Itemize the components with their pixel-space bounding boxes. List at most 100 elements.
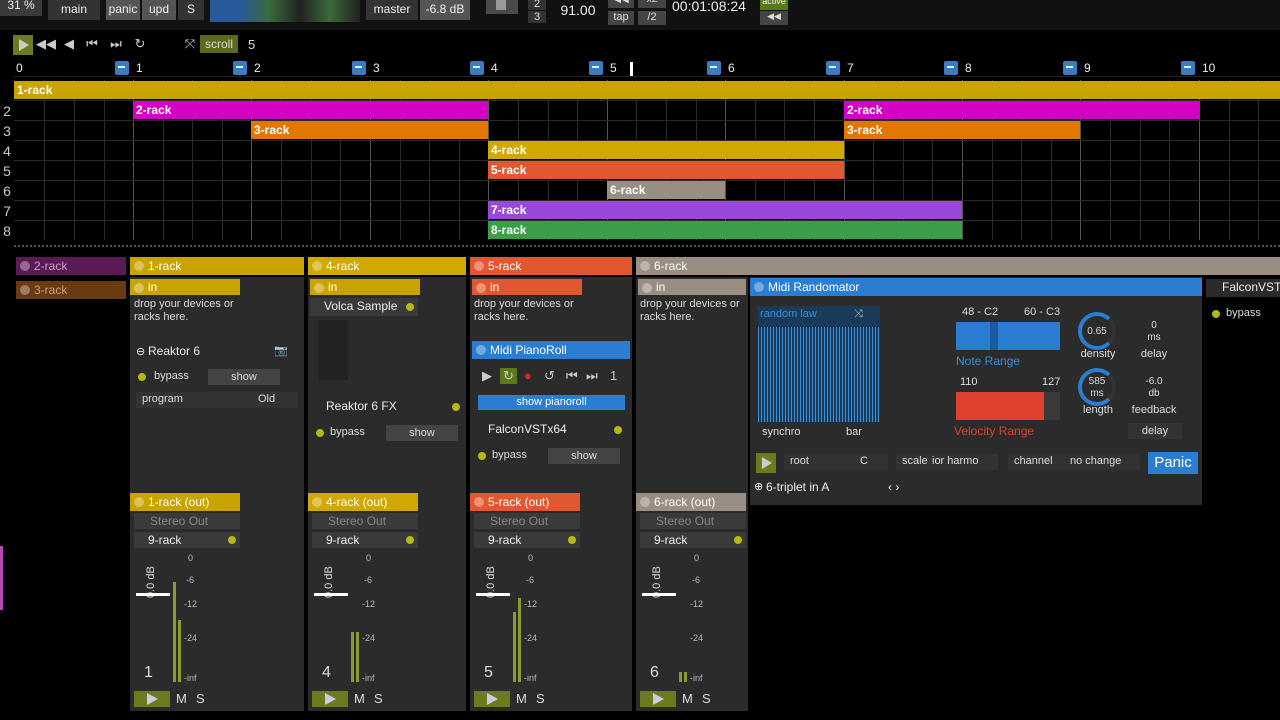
mute-button[interactable]: M [516, 691, 527, 706]
active-led[interactable] [614, 426, 622, 434]
device-pianoroll[interactable]: Midi PianoRoll [472, 341, 630, 359]
bypass-led[interactable] [316, 429, 324, 437]
stereo-out-slot[interactable]: Stereo Out [134, 513, 240, 529]
clip-5-rack[interactable]: 5-rack [488, 161, 844, 179]
clip-3-rack[interactable]: 3-rack [844, 121, 1080, 139]
loop-marker-icon[interactable] [1181, 61, 1195, 75]
stop-button[interactable] [486, 0, 518, 14]
send-9-rack[interactable]: 9-rack [474, 532, 580, 548]
random-law-display[interactable]: random law ⤨ [758, 306, 880, 422]
left-rack-2[interactable]: 2-rack [16, 257, 126, 275]
rack-header-4[interactable]: 4-rack [308, 257, 466, 275]
splitter[interactable] [14, 245, 1280, 249]
tap-button[interactable]: tap [608, 11, 634, 25]
loop-marker-icon[interactable] [115, 61, 129, 75]
randomator-play-button[interactable] [756, 453, 776, 473]
master-button[interactable]: master [366, 0, 418, 20]
rack-6-out-header[interactable]: 6-rack (out) [636, 493, 746, 511]
clip-2-rack[interactable]: 2-rack [844, 101, 1199, 119]
rewind-icon[interactable]: ◀◀ [608, 0, 634, 8]
active-led[interactable] [452, 403, 460, 411]
show-pianoroll-button[interactable]: show pianoroll [478, 395, 625, 410]
loop-marker-icon[interactable] [470, 61, 484, 75]
strip-play-button[interactable] [640, 691, 676, 707]
upd-button[interactable]: upd [142, 0, 176, 20]
bars-count[interactable]: 5 [248, 37, 255, 52]
collapse-icon[interactable]: ⊖ [136, 345, 145, 358]
note-range-slider[interactable] [956, 322, 1060, 350]
mute-button[interactable]: M [176, 691, 187, 706]
strip-play-button[interactable] [474, 691, 510, 707]
loop-marker-icon[interactable] [826, 61, 840, 75]
rack-4-out-header[interactable]: 4-rack (out) [308, 493, 418, 511]
strip-play-button[interactable] [312, 691, 348, 707]
solo-button[interactable]: S [536, 691, 545, 706]
clip-7-rack[interactable]: 7-rack [488, 201, 962, 219]
bypass-led[interactable] [138, 373, 146, 381]
mute-button[interactable]: M [682, 691, 693, 706]
loop-icon[interactable]: ↻ [130, 33, 150, 55]
div2-button[interactable]: /2 [638, 11, 666, 25]
skip-end-icon[interactable]: ⏭ [586, 368, 598, 384]
send-led[interactable] [406, 536, 414, 544]
show-button[interactable]: show [208, 369, 280, 385]
root-param[interactable]: root C [784, 454, 888, 470]
loop-marker-icon[interactable] [589, 61, 603, 75]
rack-header-5[interactable]: 5-rack [470, 257, 632, 275]
step-back-icon[interactable]: ◀ [60, 33, 78, 55]
x2-button[interactable]: x2 [638, 0, 666, 8]
scale-param[interactable]: scale ior harmo [896, 454, 998, 470]
arrangement-grid[interactable]: 1-rack 2-rack 3-rack 4-rack 5-rack 6-rac… [14, 80, 1280, 240]
rewind-small-icon[interactable]: ◀◀ [760, 11, 788, 25]
show-button[interactable]: show [548, 448, 620, 464]
loop-marker-icon[interactable] [233, 61, 247, 75]
active-toggle[interactable]: active [760, 0, 788, 10]
s-button[interactable]: S [178, 0, 204, 20]
stereo-out-slot[interactable]: Stereo Out [640, 513, 746, 529]
play-button[interactable] [13, 35, 33, 55]
loop-marker-icon[interactable] [352, 61, 366, 75]
rack-5-out-header[interactable]: 5-rack (out) [470, 493, 580, 511]
skip-start-icon[interactable]: ⏮ [82, 33, 102, 55]
send-9-rack[interactable]: 9-rack [312, 532, 418, 548]
clip-4-rack[interactable]: 4-rack [488, 141, 844, 159]
rack-1-out-header[interactable]: 1-rack (out) [130, 493, 240, 511]
velocity-range-slider[interactable] [956, 392, 1060, 420]
playhead[interactable] [630, 62, 633, 76]
skip-end-icon[interactable]: ⏭ [106, 33, 126, 55]
rack-header-1[interactable]: 1-rack [130, 257, 304, 275]
device-falcon[interactable]: FalconVSTx64 [472, 421, 630, 439]
panic-button[interactable]: panic [106, 0, 140, 20]
delay-toggle[interactable]: delay [1128, 423, 1182, 439]
synchro-row[interactable]: synchro bar [758, 426, 880, 442]
clip-2-rack[interactable]: 2-rack [133, 101, 488, 119]
mute-button[interactable]: M [354, 691, 365, 706]
timeline-ruler[interactable]: 0 1 2 3 4 5 6 7 8 9 10 [14, 61, 1280, 77]
device-falcon-side[interactable]: FalconVST [1206, 279, 1280, 297]
send-9-rack[interactable]: 9-rack [640, 532, 746, 548]
loop-icon[interactable]: ↻ [500, 368, 517, 384]
volume-fader[interactable] [642, 593, 676, 596]
collapse-icon[interactable]: ⊕ [754, 480, 763, 493]
in-slot[interactable]: in [638, 279, 746, 295]
time-sig-top[interactable]: 2 [528, 0, 546, 10]
randomator-header[interactable]: Midi Randomator [750, 278, 1202, 296]
main-button[interactable]: main [48, 0, 100, 20]
record-icon[interactable]: ● [524, 368, 532, 383]
triplet-device[interactable]: ⊕ 6-triplet in A ‹ › [752, 480, 908, 496]
stereo-out-slot[interactable]: Stereo Out [474, 513, 580, 529]
pattern-number[interactable]: 1 [610, 368, 617, 383]
send-led[interactable] [228, 536, 236, 544]
clip-1-rack[interactable]: 1-rack [14, 81, 1280, 99]
fit-icon[interactable]: ⤧ [180, 33, 200, 55]
play-icon[interactable]: ▶ [482, 368, 492, 384]
undo-icon[interactable]: ↺ [544, 368, 555, 384]
device-reaktor6[interactable]: Reaktor 6 ⊖ 📷 [134, 342, 298, 364]
send-led[interactable] [734, 536, 742, 544]
camera-icon[interactable]: 📷 [274, 344, 288, 357]
in-slot[interactable]: in [472, 279, 582, 295]
loop-marker-icon[interactable] [944, 61, 958, 75]
volume-fader[interactable] [136, 593, 170, 596]
send-led[interactable] [568, 536, 576, 544]
clip-8-rack[interactable]: 8-rack [488, 221, 962, 239]
